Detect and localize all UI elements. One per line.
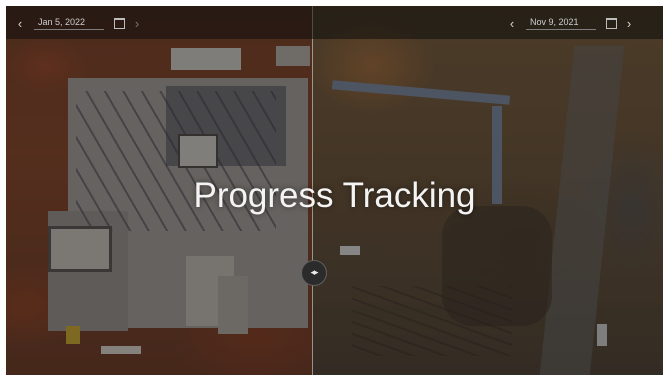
elevator-core xyxy=(48,226,112,272)
tire-tracks xyxy=(352,286,512,356)
left-date[interactable]: Jan 5, 2022 xyxy=(34,17,104,30)
page-title: Progress Tracking xyxy=(193,176,476,215)
parked-car xyxy=(597,324,607,346)
stair-core xyxy=(178,134,218,168)
left-right-arrows-icon[interactable]: ◂▸ xyxy=(301,260,327,286)
material-pallets xyxy=(171,48,241,70)
chevron-right-icon[interactable]: › xyxy=(129,16,145,31)
chevron-right-icon[interactable]: › xyxy=(621,16,637,31)
material-pallets-2 xyxy=(276,46,310,66)
top-bar: ‹ Jan 5, 2022 › ‹ Nov 9, 2021 › xyxy=(6,6,663,39)
right-date[interactable]: Nov 9, 2021 xyxy=(526,17,596,30)
white-vehicle xyxy=(340,246,360,255)
equipment xyxy=(66,326,80,344)
calendar-icon[interactable] xyxy=(114,17,125,29)
foundation-trench xyxy=(331,80,511,105)
calendar-icon[interactable] xyxy=(606,17,617,29)
right-date-nav: ‹ Nov 9, 2021 › xyxy=(504,13,637,33)
material-stack-2 xyxy=(218,276,248,334)
pipes xyxy=(101,346,141,354)
chevron-left-icon[interactable]: ‹ xyxy=(504,16,520,31)
left-date-nav: ‹ Jan 5, 2022 › xyxy=(12,13,145,33)
chevron-left-icon[interactable]: ‹ xyxy=(12,16,28,31)
comparison-viewer: ‹ Jan 5, 2022 › ‹ Nov 9, 2021 › Progress… xyxy=(6,6,663,375)
